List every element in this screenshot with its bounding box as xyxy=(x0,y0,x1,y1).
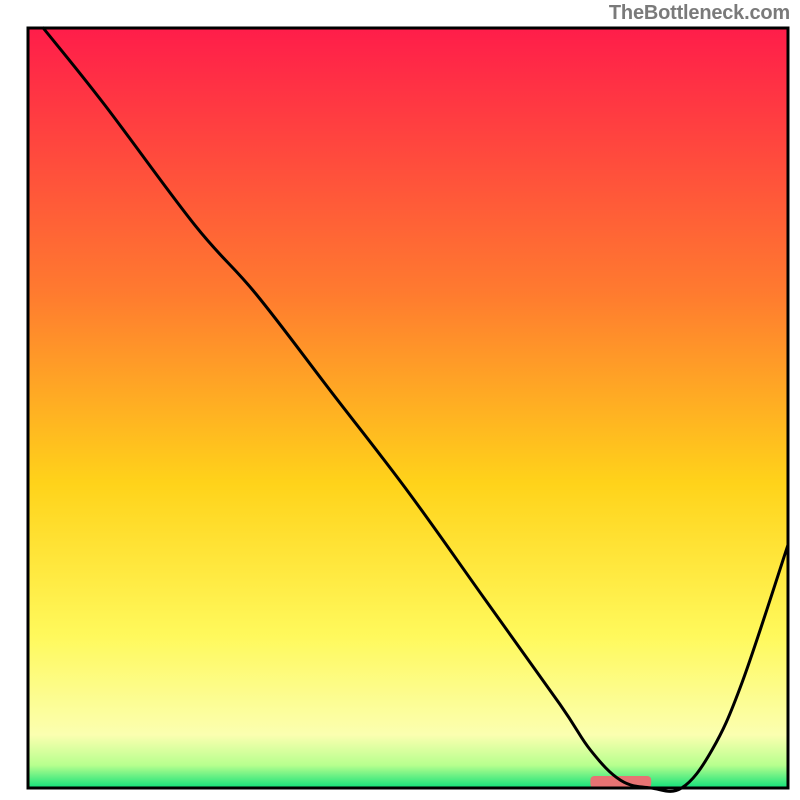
watermark-text: TheBottleneck.com xyxy=(609,2,790,25)
plot-background xyxy=(28,28,788,788)
chart-svg xyxy=(0,0,800,800)
chart-container: TheBottleneck.com xyxy=(0,0,800,800)
